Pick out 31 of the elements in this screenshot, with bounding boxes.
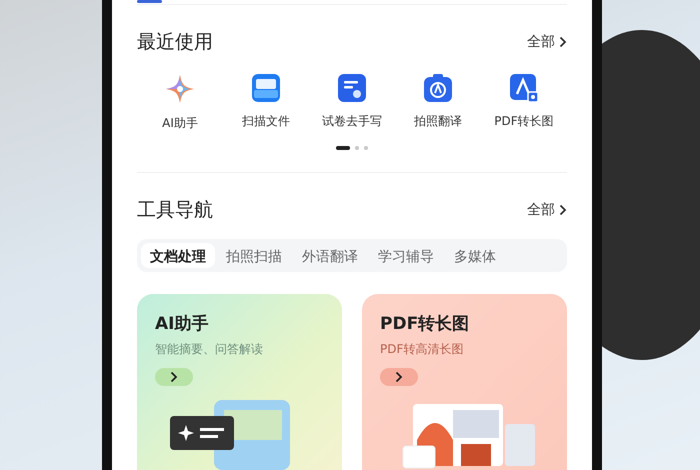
shortcut-item[interactable]: 扫描文件	[223, 73, 309, 132]
camera-translate-icon	[423, 73, 453, 104]
card-title: PDF转长图	[380, 312, 470, 335]
section-title: 工具导航	[137, 198, 213, 224]
section-title: 最近使用	[137, 30, 213, 56]
document-eraser-icon	[337, 73, 367, 104]
image-convert-icon	[509, 73, 539, 104]
card-subtitle: 智能摘要、问答解读	[155, 340, 264, 358]
shortcut-item[interactable]: PDF转长图	[481, 73, 567, 132]
category-tab[interactable]: 学习辅导	[369, 243, 443, 268]
shortcut-item[interactable]: 试卷去手写	[309, 73, 395, 132]
see-all-link[interactable]: 全部	[527, 201, 567, 220]
open-button[interactable]	[155, 368, 193, 386]
scanner-icon	[251, 73, 281, 104]
see-all-link[interactable]: 全部	[527, 33, 567, 52]
category-tab[interactable]: 外语翻译	[293, 243, 367, 268]
tool-card[interactable]: AI助手 智能摘要、问答解读	[137, 294, 342, 470]
category-tab[interactable]: 多媒体	[445, 243, 505, 268]
shortcut-item[interactable]: AI助手	[137, 73, 223, 132]
tool-card[interactable]: PDF转长图 PDF转高清长图	[362, 294, 567, 470]
category-tab[interactable]: 文档处理	[141, 243, 215, 268]
chevron-right-icon	[559, 36, 567, 48]
card-subtitle: PDF转高清长图	[380, 340, 464, 358]
tab-indicator	[137, 0, 162, 3]
shortcut-item[interactable]: 拍照翻译	[395, 73, 481, 132]
category-tab[interactable]: 拍照扫描	[217, 243, 291, 268]
chevron-right-icon	[170, 370, 178, 383]
open-button[interactable]	[380, 368, 418, 386]
card-title: AI助手	[155, 312, 210, 335]
chevron-right-icon	[559, 204, 567, 216]
chevron-right-icon	[395, 370, 403, 383]
